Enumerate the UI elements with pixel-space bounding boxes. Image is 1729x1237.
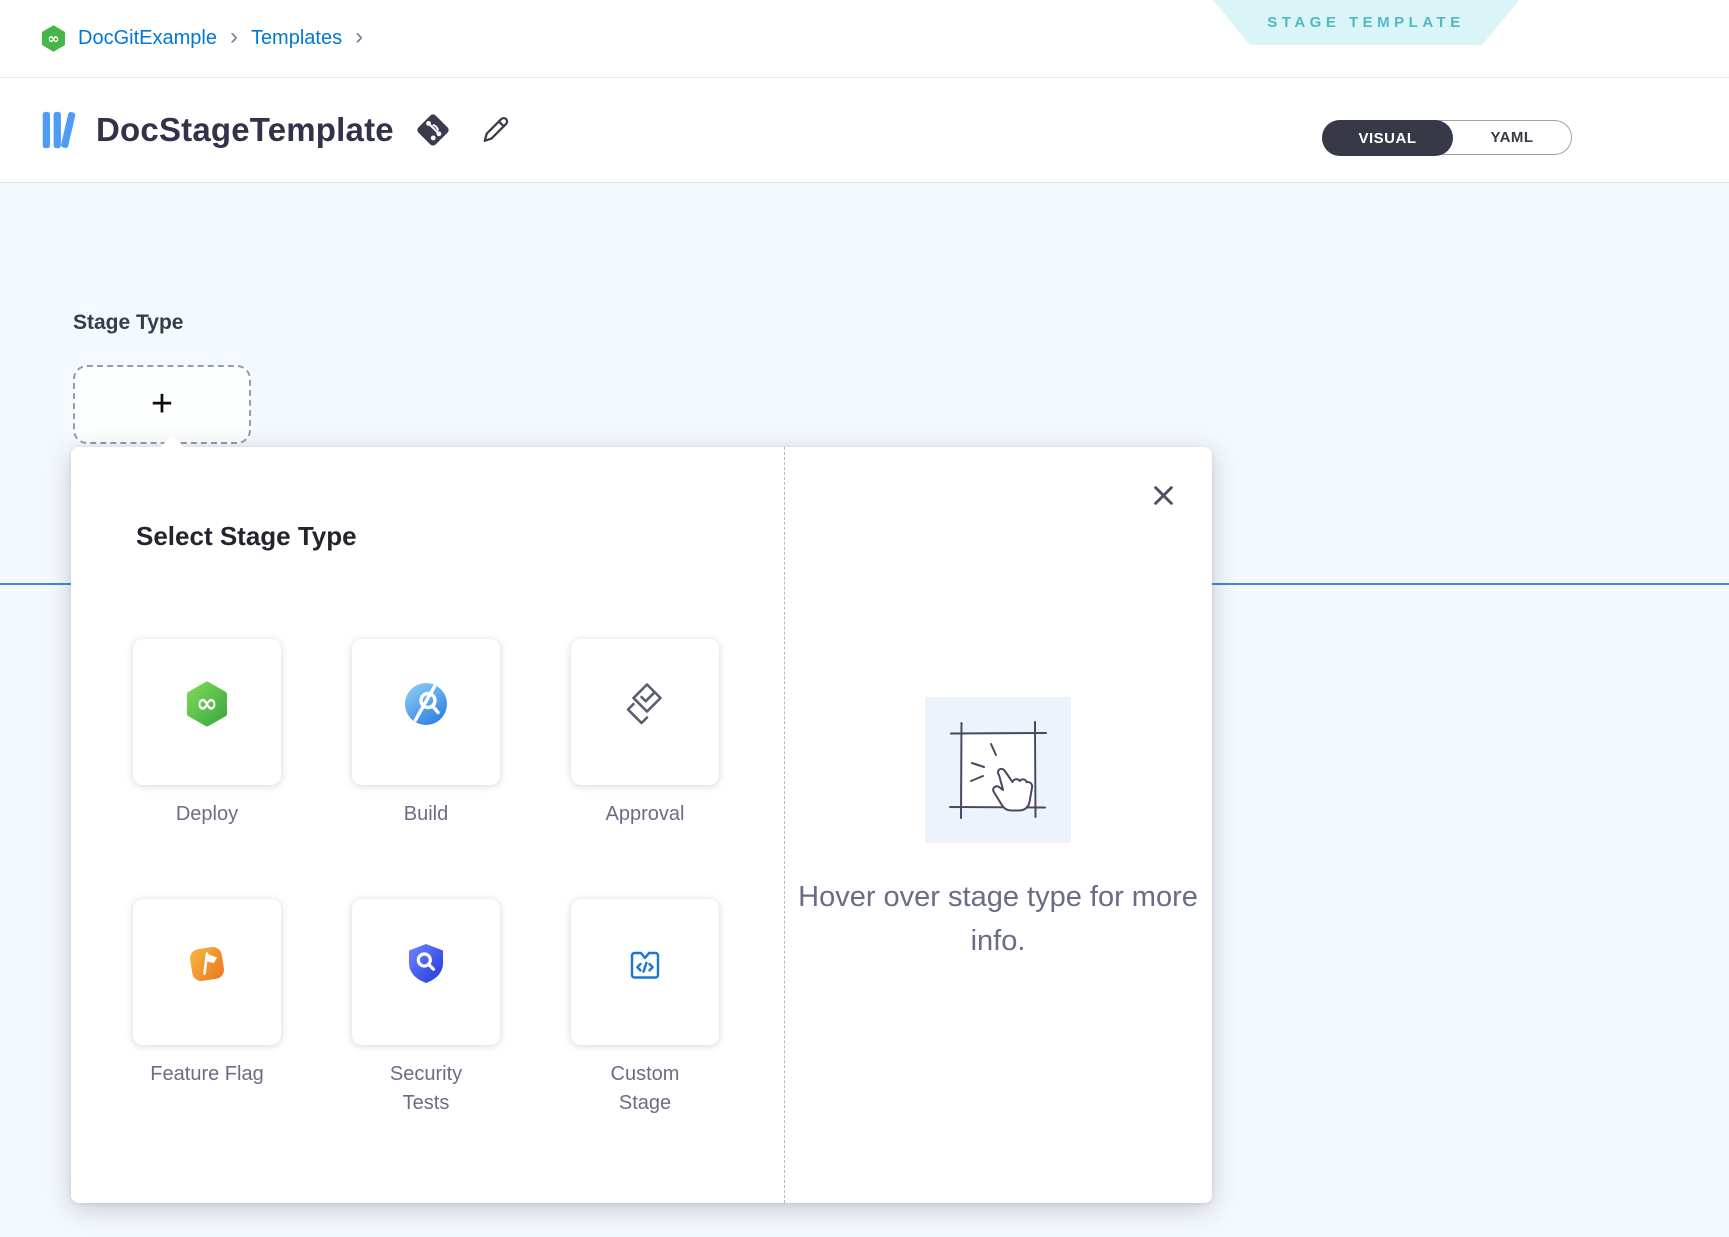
page-title: DocStageTemplate — [96, 111, 394, 149]
stage-type-custom_stage: Custom Stage — [571, 899, 719, 1118]
stage-type-build: Build — [352, 639, 500, 829]
breadcrumb-link-project[interactable]: DocGitExample — [78, 27, 217, 50]
stage-type-grid: ∞ Deploy Build Approval Feature Flag Security… — [133, 639, 719, 1118]
stage-type-label-build: Build — [369, 800, 483, 829]
stage-type-card-security_tests[interactable] — [352, 899, 500, 1045]
info-hint-text: Hover over stage type for more info. — [784, 875, 1212, 963]
stage-type-label: Stage Type — [73, 311, 183, 335]
svg-text:∞: ∞ — [47, 32, 59, 48]
stage-type-label-custom_stage: Custom Stage — [588, 1060, 702, 1118]
custom-stage-icon — [621, 940, 669, 988]
stage-type-label-deploy: Deploy — [150, 800, 264, 829]
svg-text:∞: ∞ — [196, 689, 218, 719]
security-tests-icon — [402, 940, 450, 988]
page: ∞ DocGitExample › Templates › STAGE TEMP… — [0, 0, 1729, 1237]
stage-type-card-feature_flag[interactable] — [133, 899, 281, 1045]
stage-type-label-security_tests: Security Tests — [369, 1060, 483, 1118]
close-icon — [1150, 482, 1177, 509]
modal-divider — [784, 447, 785, 1203]
git-remote-icon — [414, 111, 452, 149]
title-bar: DocStageTemplate VISUAL YAML — [0, 78, 1729, 183]
edit-pencil-icon[interactable] — [476, 112, 513, 149]
stage-type-label-feature_flag: Feature Flag — [150, 1060, 264, 1089]
stage-type-card-custom_stage[interactable] — [571, 899, 719, 1045]
stage-type-approval: Approval — [571, 639, 719, 829]
toggle-yaml[interactable]: YAML — [1453, 121, 1571, 154]
chevron-right-icon: › — [228, 25, 240, 53]
chevron-right-icon: › — [353, 25, 365, 53]
stage-type-label-approval: Approval — [588, 800, 702, 829]
breadcrumb-link-templates[interactable]: Templates — [251, 27, 342, 50]
stage-type-feature_flag: Feature Flag — [133, 899, 281, 1118]
click-stage-illustration — [925, 697, 1071, 843]
stage-type-deploy: ∞ Deploy — [133, 639, 281, 829]
stage-template-badge: STAGE TEMPLATE — [1213, 0, 1519, 45]
plus-icon: + — [151, 383, 173, 426]
deploy-icon: ∞ — [183, 680, 231, 728]
toggle-visual[interactable]: VISUAL — [1322, 120, 1453, 156]
approval-icon — [621, 680, 669, 728]
stage-type-security_tests: Security Tests — [352, 899, 500, 1118]
modal-title: Select Stage Type — [136, 521, 357, 552]
stage-type-card-deploy[interactable]: ∞ — [133, 639, 281, 785]
stage-type-card-build[interactable] — [352, 639, 500, 785]
harness-project-icon: ∞ — [40, 25, 67, 52]
template-library-icon — [40, 106, 80, 154]
build-icon — [402, 680, 450, 728]
select-stage-type-modal: Select Stage Type ∞ Deploy Build Approval Fe… — [71, 447, 1212, 1203]
feature-flag-icon — [183, 940, 231, 988]
visual-yaml-toggle: VISUAL YAML — [1322, 120, 1572, 155]
add-stage-button[interactable]: + — [73, 365, 251, 444]
close-button[interactable] — [1148, 480, 1178, 510]
stage-type-card-approval[interactable] — [571, 639, 719, 785]
